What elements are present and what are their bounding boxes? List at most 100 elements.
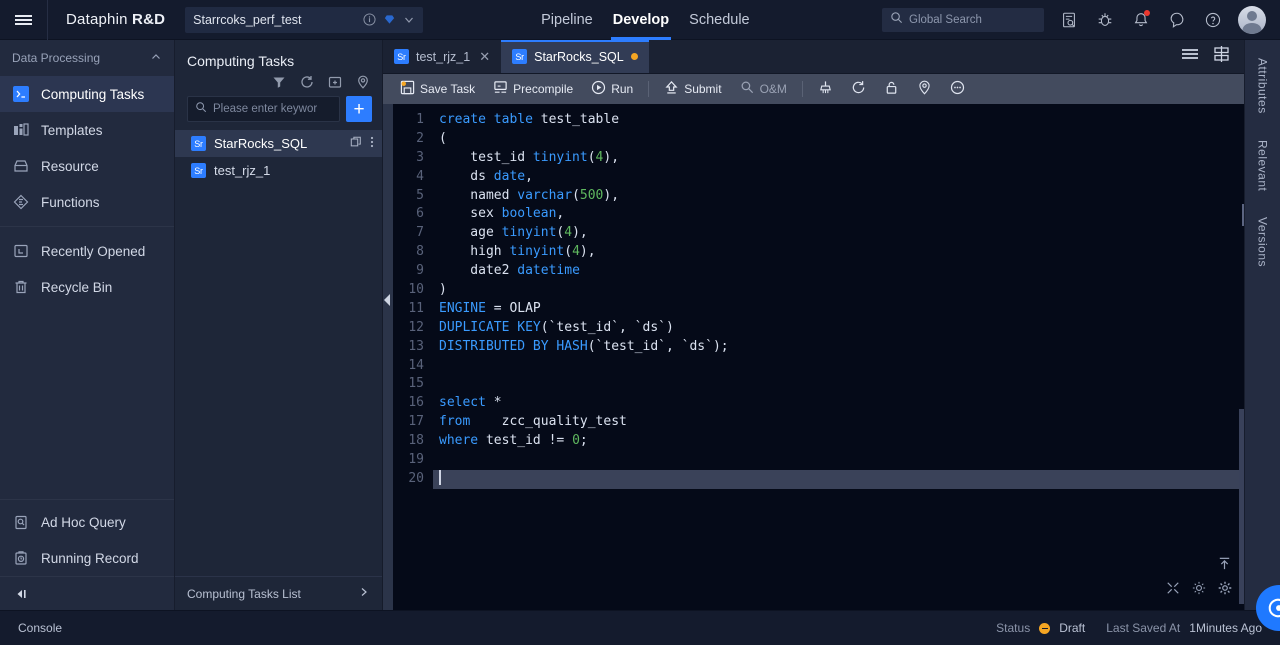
line-number: 18 xyxy=(393,432,424,451)
task-tree-item-starrocks-sql[interactable]: Sr StarRocks_SQL xyxy=(175,130,382,157)
function-icon xyxy=(12,193,30,211)
more-circle-button[interactable] xyxy=(941,74,974,104)
sidebar-collapse-button[interactable] xyxy=(0,576,174,610)
close-icon[interactable]: ✕ xyxy=(479,49,490,65)
code-line[interactable] xyxy=(439,375,1244,394)
code-line[interactable]: ( xyxy=(439,130,1244,149)
sidebar-item-resource[interactable]: Resource xyxy=(0,148,174,184)
code-line[interactable]: ENGINE = OLAP xyxy=(439,300,1244,319)
project-selector[interactable]: Starrcoks_perf_test xyxy=(185,7,423,33)
code-line[interactable]: age tinyint(4), xyxy=(439,224,1244,243)
code-line[interactable]: test_id tinyint(4), xyxy=(439,149,1244,168)
help-circle-icon[interactable] xyxy=(1202,9,1224,31)
computing-tasks-list-button[interactable]: Computing Tasks List xyxy=(175,576,382,610)
text-cursor xyxy=(439,470,441,485)
locate-pin-button[interactable] xyxy=(908,74,941,104)
fullscreen-icon[interactable] xyxy=(1166,581,1180,600)
sidebar-item-running-record[interactable]: Running Record xyxy=(0,540,174,576)
save-task-button[interactable]: Save Task xyxy=(391,74,484,104)
code-surface[interactable]: 1234567891011121314151617181920 create t… xyxy=(393,104,1244,610)
line-number: 16 xyxy=(393,394,424,413)
settings-gear-icon[interactable] xyxy=(1218,581,1232,600)
code-line[interactable] xyxy=(439,357,1244,376)
code-line[interactable]: named varchar(500), xyxy=(439,187,1244,206)
sidebar-item-recycle-bin[interactable]: Recycle Bin xyxy=(0,269,174,305)
console-label[interactable]: Console xyxy=(18,621,62,635)
list-view-icon[interactable] xyxy=(1181,46,1199,67)
format-broom-button[interactable] xyxy=(809,74,842,104)
vertical-scrollbar[interactable] xyxy=(1239,409,1244,604)
search-input[interactable] xyxy=(909,14,1029,26)
task-tree-item-test-rjz-1[interactable]: Sr test_rjz_1 xyxy=(175,157,382,184)
feedback-icon[interactable] xyxy=(1166,9,1188,31)
oam-button[interactable]: O&M xyxy=(731,74,796,104)
code-line[interactable]: DUPLICATE KEY(`test_id`, `ds`) xyxy=(439,319,1244,338)
code-line[interactable]: high tinyint(4), xyxy=(439,243,1244,262)
split-layout-icon[interactable] xyxy=(1213,46,1230,67)
code-line[interactable]: ds date, xyxy=(439,168,1244,187)
task-type-badge: Sr xyxy=(512,49,527,64)
editor-tab-test-rjz-1[interactable]: Sr test_rjz_1 ✕ xyxy=(383,40,501,73)
more-vertical-icon[interactable] xyxy=(370,135,374,152)
task-type-badge: Sr xyxy=(191,136,206,151)
code-line[interactable]: from zcc_quality_test xyxy=(439,413,1244,432)
editor-collapse-handle[interactable] xyxy=(383,104,393,610)
locate-icon[interactable] xyxy=(356,75,370,89)
filter-icon[interactable] xyxy=(272,75,286,89)
code-line[interactable]: where test_id != 0; xyxy=(439,432,1244,451)
bell-icon[interactable] xyxy=(1130,9,1152,31)
sidebar-item-ad-hoc-query[interactable]: Ad Hoc Query xyxy=(0,504,174,540)
diamond-icon[interactable] xyxy=(383,13,396,26)
code-line[interactable] xyxy=(439,451,1244,470)
unsaved-indicator-icon xyxy=(631,53,638,60)
chevron-up-icon[interactable] xyxy=(150,51,162,66)
info-circle-icon[interactable] xyxy=(363,13,376,26)
document-search-icon[interactable] xyxy=(1058,9,1080,31)
rail-tab-versions[interactable]: Versions xyxy=(1256,217,1270,267)
nav-item-pipeline[interactable]: Pipeline xyxy=(541,0,593,40)
resource-box-icon xyxy=(12,157,30,175)
editor-float-row xyxy=(1166,581,1232,600)
task-search-box[interactable] xyxy=(187,96,340,122)
task-search-input[interactable] xyxy=(213,103,317,115)
rail-tab-relevant[interactable]: Relevant xyxy=(1256,140,1270,191)
code-line[interactable] xyxy=(433,470,1244,489)
run-button[interactable]: Run xyxy=(582,74,642,104)
nav-item-develop[interactable]: Develop xyxy=(613,0,669,40)
scroll-top-icon[interactable] xyxy=(1217,556,1232,576)
submit-button[interactable]: Submit xyxy=(655,74,730,104)
code-line[interactable]: sex boolean, xyxy=(439,205,1244,224)
code-line[interactable]: date2 datetime xyxy=(439,262,1244,281)
precompile-button[interactable]: Precompile xyxy=(484,74,582,104)
code-editor[interactable]: 1234567891011121314151617181920 create t… xyxy=(383,104,1244,610)
hamburger-icon[interactable] xyxy=(0,0,48,40)
sidebar-item-functions[interactable]: Functions xyxy=(0,184,174,220)
sidebar-section-data-processing[interactable]: Data Processing xyxy=(0,40,174,76)
global-search[interactable] xyxy=(882,8,1044,32)
upload-icon xyxy=(664,80,679,98)
code-line[interactable]: DISTRIBUTED BY HASH(`test_id`, `ds`); xyxy=(439,338,1244,357)
rail-tab-attributes[interactable]: Attributes xyxy=(1256,58,1270,114)
precompile-icon xyxy=(493,80,508,98)
refresh-icon[interactable] xyxy=(300,75,314,89)
line-number: 15 xyxy=(393,375,424,394)
add-task-button[interactable]: + xyxy=(346,96,372,122)
nav-item-schedule[interactable]: Schedule xyxy=(689,0,749,40)
bug-icon[interactable] xyxy=(1094,9,1116,31)
chevron-down-icon[interactable] xyxy=(403,14,415,26)
code-text[interactable]: create table test_table( test_id tinyint… xyxy=(433,104,1244,610)
avatar[interactable] xyxy=(1238,6,1266,34)
sidebar-item-templates[interactable]: Templates xyxy=(0,112,174,148)
copy-icon[interactable] xyxy=(350,136,362,151)
code-line[interactable]: select * xyxy=(439,394,1244,413)
theme-brightness-icon[interactable] xyxy=(1192,581,1206,600)
code-line[interactable]: ) xyxy=(439,281,1244,300)
sidebar-item-recently-opened[interactable]: Recently Opened xyxy=(0,233,174,269)
lock-button[interactable] xyxy=(875,74,908,104)
editor-tab-starrocks-sql[interactable]: Sr StarRocks_SQL xyxy=(501,40,649,73)
new-folder-icon[interactable] xyxy=(328,75,342,89)
task-item-actions xyxy=(350,135,374,152)
refresh-button[interactable] xyxy=(842,74,875,104)
code-line[interactable]: create table test_table xyxy=(439,111,1244,130)
sidebar-item-computing-tasks[interactable]: Computing Tasks xyxy=(0,76,174,112)
